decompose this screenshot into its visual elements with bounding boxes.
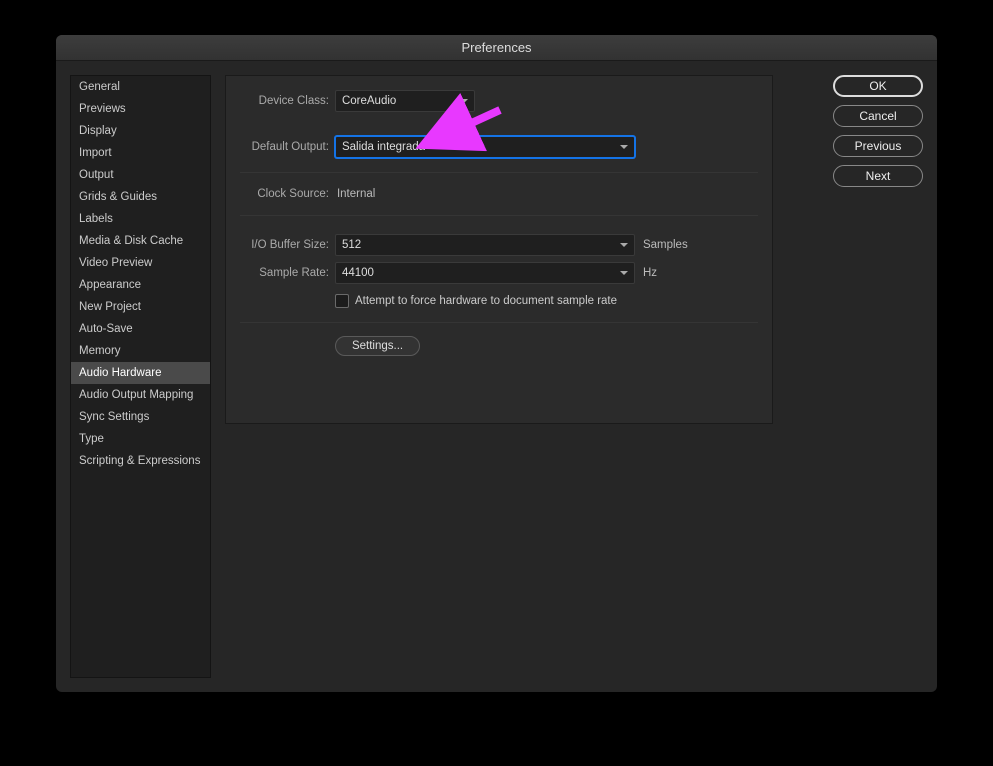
io-buffer-label: I/O Buffer Size:: [240, 239, 335, 251]
preferences-window: Preferences GeneralPreviewsDisplayImport…: [56, 35, 937, 692]
sidebar-item-type[interactable]: Type: [71, 428, 210, 450]
sidebar-item-scripting-expressions[interactable]: Scripting & Expressions: [71, 450, 210, 472]
window-titlebar: Preferences: [56, 35, 937, 61]
device-class-dropdown[interactable]: CoreAudio: [335, 90, 475, 112]
window-body: GeneralPreviewsDisplayImportOutputGrids …: [56, 61, 937, 692]
preferences-sidebar: GeneralPreviewsDisplayImportOutputGrids …: [70, 75, 211, 678]
sidebar-item-video-preview[interactable]: Video Preview: [71, 252, 210, 274]
default-output-value: Salida integrada: [342, 141, 425, 153]
next-button[interactable]: Next: [833, 165, 923, 187]
sidebar-item-display[interactable]: Display: [71, 120, 210, 142]
sidebar-item-media-disk-cache[interactable]: Media & Disk Cache: [71, 230, 210, 252]
divider: [240, 172, 758, 173]
sidebar-item-auto-save[interactable]: Auto-Save: [71, 318, 210, 340]
sidebar-item-audio-hardware[interactable]: Audio Hardware: [71, 362, 210, 384]
cancel-button[interactable]: Cancel: [833, 105, 923, 127]
force-hw-label: Attempt to force hardware to document sa…: [355, 295, 617, 307]
divider: [240, 215, 758, 216]
sample-rate-value: 44100: [342, 267, 374, 279]
default-output-dropdown[interactable]: Salida integrada: [335, 136, 635, 158]
sidebar-item-memory[interactable]: Memory: [71, 340, 210, 362]
sidebar-item-previews[interactable]: Previews: [71, 98, 210, 120]
previous-button[interactable]: Previous: [833, 135, 923, 157]
device-class-value: CoreAudio: [342, 95, 396, 107]
main-area: Device Class: CoreAudio Default Output: …: [225, 75, 773, 678]
chevron-down-icon: [620, 243, 628, 247]
sample-rate-unit: Hz: [643, 267, 657, 279]
sample-rate-label: Sample Rate:: [240, 267, 335, 279]
sidebar-item-import[interactable]: Import: [71, 142, 210, 164]
sidebar-item-sync-settings[interactable]: Sync Settings: [71, 406, 210, 428]
divider: [240, 322, 758, 323]
settings-button[interactable]: Settings...: [335, 336, 420, 356]
io-buffer-dropdown[interactable]: 512: [335, 234, 635, 256]
force-hw-checkbox[interactable]: [335, 294, 349, 308]
sidebar-item-new-project[interactable]: New Project: [71, 296, 210, 318]
default-output-label: Default Output:: [240, 141, 335, 153]
io-buffer-unit: Samples: [643, 239, 688, 251]
sample-rate-dropdown[interactable]: 44100: [335, 262, 635, 284]
chevron-down-icon: [620, 271, 628, 275]
ok-button[interactable]: OK: [833, 75, 923, 97]
sidebar-item-labels[interactable]: Labels: [71, 208, 210, 230]
clock-source-value: Internal: [335, 188, 375, 200]
sidebar-item-appearance[interactable]: Appearance: [71, 274, 210, 296]
sidebar-item-grids-guides[interactable]: Grids & Guides: [71, 186, 210, 208]
sidebar-item-general[interactable]: General: [71, 76, 210, 98]
chevron-down-icon: [460, 99, 468, 103]
chevron-down-icon: [620, 145, 628, 149]
device-class-label: Device Class:: [240, 95, 335, 107]
audio-hardware-panel: Device Class: CoreAudio Default Output: …: [225, 75, 773, 424]
dialog-buttons: OK Cancel Previous Next: [787, 75, 923, 678]
io-buffer-value: 512: [342, 239, 361, 251]
sidebar-item-audio-output-mapping[interactable]: Audio Output Mapping: [71, 384, 210, 406]
clock-source-label: Clock Source:: [240, 188, 335, 200]
sidebar-item-output[interactable]: Output: [71, 164, 210, 186]
window-title: Preferences: [461, 40, 531, 55]
